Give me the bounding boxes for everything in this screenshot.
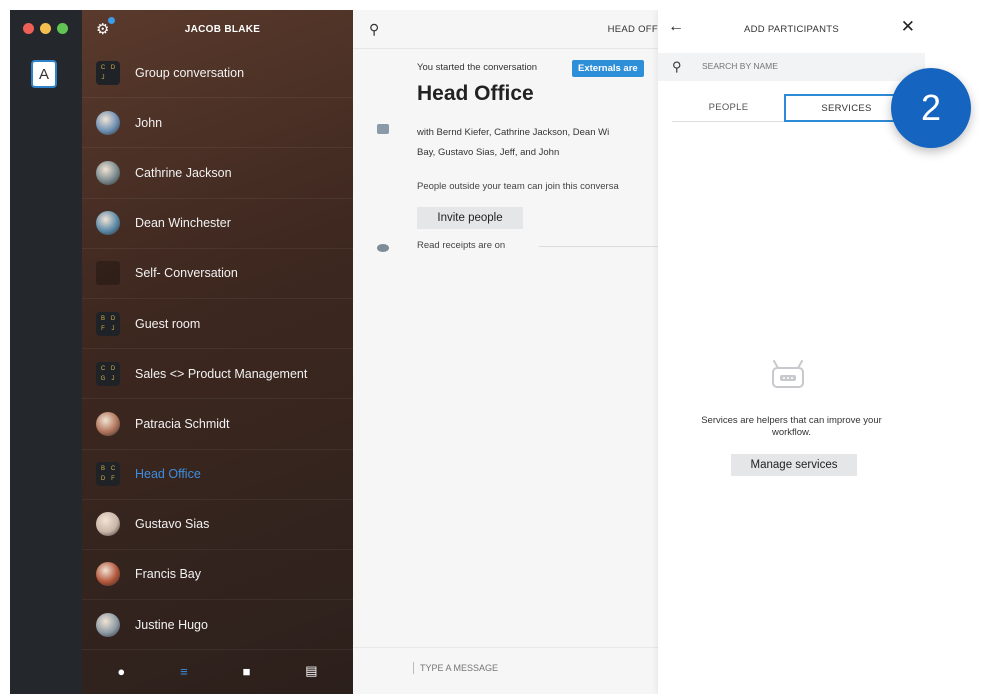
manage-services-button[interactable]: Manage services (731, 454, 857, 476)
group-avatar: BCDF (96, 462, 120, 487)
conversation-item-label: John (135, 115, 163, 130)
person-icon[interactable]: ● (117, 664, 125, 679)
panel-header: ← ADD PARTICIPANTS ✕ (658, 10, 925, 48)
zoom-window-button[interactable] (57, 23, 68, 34)
sidebar-footer: ● ≡ ■ ▤ (82, 648, 353, 694)
group-avatar: CDJ (96, 60, 120, 85)
sidebar-header: ⚙ JACOB BLAKE (82, 10, 353, 48)
participant-tabs: PEOPLE SERVICES (658, 94, 925, 122)
eye-icon (377, 244, 389, 252)
account-switcher[interactable]: A (31, 60, 57, 88)
participants-text: with Bernd Kiefer, Cathrine Jackson, Dea… (417, 123, 657, 163)
conversation-item[interactable]: C D J Group conversation (82, 48, 353, 99)
conversation-item-label: Head Office (135, 467, 201, 482)
conversation-item-label: Francis Bay (135, 567, 201, 582)
conversation-item[interactable]: Dean Winchester (82, 199, 353, 249)
group-avatar: BDFJ (96, 311, 120, 336)
conversations-icon[interactable]: ≡ (180, 664, 188, 679)
conversation-item-label: Gustavo Sias (135, 517, 210, 532)
conversation-header-title: HEAD OFF (607, 24, 658, 35)
conversation-item[interactable]: B C D F Head Office (82, 450, 353, 500)
externals-badge: Externals are (572, 60, 644, 77)
search-input[interactable] (700, 60, 884, 72)
close-window-button[interactable] (23, 23, 34, 34)
minimize-window-button[interactable] (40, 23, 51, 34)
user-name: JACOB BLAKE (184, 23, 261, 35)
conversation-item-label: Cathrine Jackson (135, 165, 232, 180)
app-window: A ⚙ JACOB BLAKE C D J Group conversation Joh… (10, 10, 925, 694)
conversation-item-label: Dean Winchester (135, 216, 231, 231)
conversation-item-label: Sales <> Product Management (135, 366, 308, 381)
conversation-item-label: Justine Hugo (135, 617, 208, 632)
divider (539, 246, 659, 247)
conversation-item[interactable]: B D F J Guest room (82, 299, 353, 350)
conversation-item-label: Patracia Schmidt (135, 416, 230, 431)
conversation-header: ⚲ HEAD OFF (353, 10, 658, 49)
conversation-item-label: Guest room (135, 316, 201, 331)
account-rail: A (10, 10, 82, 694)
avatar (96, 160, 120, 185)
conversation-item[interactable]: Justine Hugo (82, 600, 353, 651)
avatar (96, 562, 120, 587)
tab-people[interactable]: PEOPLE (672, 94, 785, 122)
conversation-sidebar: ⚙ JACOB BLAKE C D J Group conversation John C… (82, 10, 353, 694)
started-text: You started the conversation (417, 62, 538, 73)
panel-title: ADD PARTICIPANTS (743, 24, 840, 35)
conversation-item-label: Group conversation (135, 65, 245, 80)
guest-info-text: People outside your team can join this c… (417, 181, 619, 192)
conversation-item-label: Self- Conversation (135, 266, 238, 281)
conversation-name: Head Office (417, 82, 534, 105)
close-icon[interactable]: ✕ (901, 17, 915, 37)
invite-people-button[interactable]: Invite people (417, 207, 523, 229)
conversation-item[interactable]: Patracia Schmidt (82, 399, 353, 450)
participants-line-1: with Bernd Kiefer, Cathrine Jackson, Dea… (417, 127, 610, 138)
folder-icon[interactable]: ■ (243, 664, 251, 679)
message-icon (377, 124, 389, 134)
read-receipts-text: Read receipts are on (417, 240, 506, 251)
conversation-item[interactable]: John (82, 98, 353, 149)
services-empty-text: Services are helpers that can improve yo… (701, 415, 882, 438)
conversation-item[interactable]: Gustavo Sias (82, 500, 353, 550)
conversation-item[interactable]: Cathrine Jackson (82, 148, 353, 199)
conversation-view: ⚲ HEAD OFF You started the conversation … (353, 10, 659, 694)
robot-icon (772, 360, 804, 388)
avatar (96, 211, 120, 236)
conversation-item[interactable]: C D G J Sales <> Product Management (82, 349, 353, 400)
conversation-list: C D J Group conversation John Cathrine Jackso… (82, 48, 353, 651)
add-participants-panel: ← ADD PARTICIPANTS ✕ ⚲ PEOPLE SERVICES S… (658, 10, 925, 694)
gear-icon[interactable]: ⚙ (96, 20, 109, 38)
avatar (96, 411, 120, 436)
search-icon: ⚲ (672, 59, 682, 74)
search-icon[interactable]: ⚲ (369, 21, 379, 38)
participants-line-2: Bay, Gustavo Sias, Jeff, and John (417, 147, 560, 158)
message-input[interactable] (413, 662, 622, 674)
step-marker: 2 (891, 68, 971, 148)
archive-icon[interactable]: ▤ (305, 663, 317, 679)
message-bar (353, 647, 658, 694)
participant-search: ⚲ (658, 53, 925, 81)
conversation-item[interactable]: Francis Bay (82, 550, 353, 601)
window-controls (23, 23, 68, 34)
conversation-item[interactable]: Self- Conversation (82, 249, 353, 299)
avatar (96, 612, 120, 637)
avatar (96, 110, 120, 135)
avatar (96, 512, 120, 537)
self-avatar (96, 261, 120, 286)
group-avatar: CDGJ (96, 361, 120, 386)
notification-dot (108, 17, 115, 24)
